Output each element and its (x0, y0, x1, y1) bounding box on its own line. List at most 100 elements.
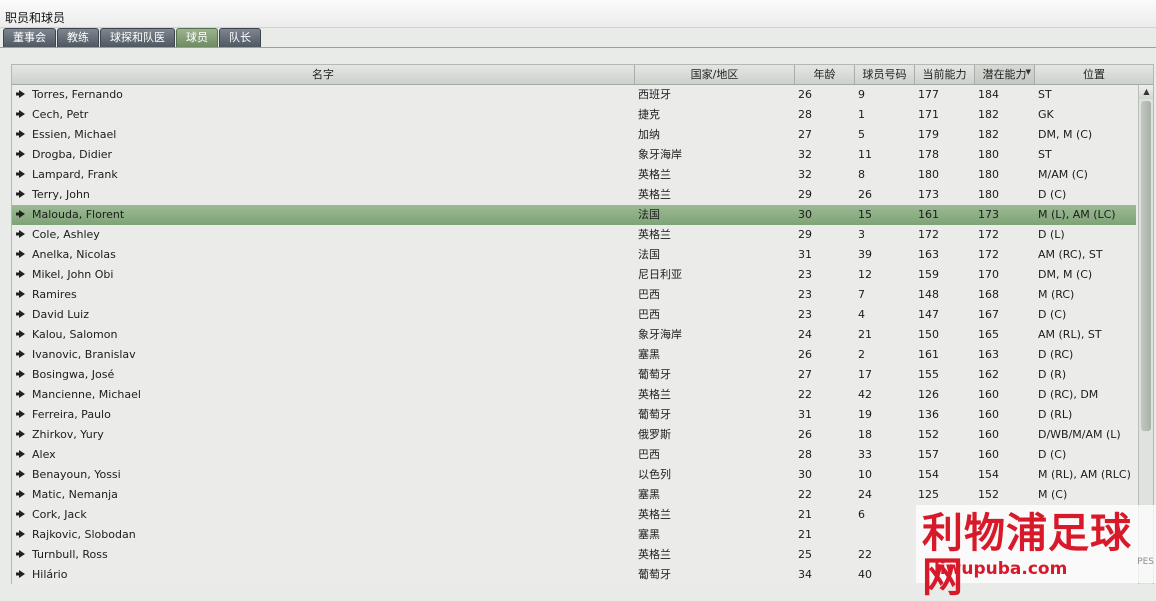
tab-1[interactable]: 教练 (57, 28, 99, 47)
player-name: Torres, Fernando (32, 88, 123, 101)
player-nation: 捷克 (638, 108, 660, 121)
table-row[interactable]: Zhirkov, Yury 俄罗斯 26 18 152 160 D/WB/M/AM (L) (12, 425, 1136, 445)
table-row[interactable]: Anelka, Nicolas 法国 31 39 163 172 AM (RC), ST (12, 245, 1136, 265)
column-header-number[interactable]: 球员号码 (855, 65, 915, 84)
player-age: 27 (798, 368, 812, 381)
player-current-ability: 159 (918, 268, 939, 281)
player-name: Lampard, Frank (32, 168, 118, 181)
play-arrow-icon[interactable] (16, 165, 28, 185)
column-header-name[interactable]: 名字 (12, 65, 635, 84)
player-number: 4 (858, 308, 865, 321)
player-current-ability: 157 (918, 448, 939, 461)
table-row[interactable]: Cech, Petr 捷克 28 1 171 182 GK (12, 105, 1136, 125)
column-header-position[interactable]: 位置 (1035, 65, 1153, 84)
table-row[interactable]: Torres, Fernando 西班牙 26 9 177 184 ST (12, 85, 1136, 105)
player-nation: 塞黑 (638, 528, 660, 541)
play-arrow-icon[interactable] (16, 305, 28, 325)
play-arrow-icon[interactable] (16, 405, 28, 425)
player-position: D (C) (1038, 308, 1067, 321)
table-row[interactable]: Malouda, Florent 法国 30 15 161 173 M (L), AM (L… (12, 205, 1136, 225)
play-arrow-icon[interactable] (16, 145, 28, 165)
play-arrow-icon[interactable] (16, 465, 28, 485)
tab-4[interactable]: 队长 (219, 28, 261, 47)
player-number: 6 (858, 508, 865, 521)
play-arrow-icon[interactable] (16, 205, 28, 225)
player-name: Ramires (32, 288, 77, 301)
player-name: Malouda, Florent (32, 208, 125, 221)
table-row[interactable]: Alex 巴西 28 33 157 160 D (C) (12, 445, 1136, 465)
play-arrow-icon[interactable] (16, 425, 28, 445)
table-row[interactable]: Ferreira, Paulo 葡萄牙 31 19 136 160 D (RL) (12, 405, 1136, 425)
play-arrow-icon[interactable] (16, 225, 28, 245)
player-potential-ability: 160 (978, 408, 999, 421)
player-nation: 英格兰 (638, 228, 671, 241)
play-arrow-icon[interactable] (16, 545, 28, 565)
player-potential-ability: 160 (978, 428, 999, 441)
watermark-title: 利物浦足球网 (922, 509, 1132, 601)
play-arrow-icon[interactable] (16, 85, 28, 105)
play-arrow-icon[interactable] (16, 345, 28, 365)
scroll-up-arrow-icon[interactable]: ▲ (1139, 85, 1153, 99)
player-name: Ivanovic, Branislav (32, 348, 136, 361)
table-row[interactable]: Ramires 巴西 23 7 148 168 M (RC) (12, 285, 1136, 305)
table-row[interactable]: Mancienne, Michael 英格兰 22 42 126 160 D (RC), D… (12, 385, 1136, 405)
table-row[interactable]: Mikel, John Obi 尼日利亚 23 12 159 170 DM, M (C) (12, 265, 1136, 285)
player-position: M (C) (1038, 488, 1068, 501)
column-header-age[interactable]: 年龄 (795, 65, 855, 84)
player-current-ability: 161 (918, 208, 939, 221)
play-arrow-icon[interactable] (16, 445, 28, 465)
player-nation: 法国 (638, 208, 660, 221)
player-age: 30 (798, 208, 812, 221)
player-name: Terry, John (32, 188, 90, 201)
play-arrow-icon[interactable] (16, 365, 28, 385)
play-arrow-icon[interactable] (16, 105, 28, 125)
table-row[interactable]: Ivanovic, Branislav 塞黑 26 2 161 163 D (RC) (12, 345, 1136, 365)
table-row[interactable]: Lampard, Frank 英格兰 32 8 180 180 M/AM (C) (12, 165, 1136, 185)
play-arrow-icon[interactable] (16, 565, 28, 584)
player-current-ability: 178 (918, 148, 939, 161)
player-current-ability: 148 (918, 288, 939, 301)
play-arrow-icon[interactable] (16, 125, 28, 145)
column-header-name-label: 名字 (312, 68, 334, 81)
scroll-thumb[interactable] (1141, 101, 1151, 431)
play-arrow-icon[interactable] (16, 325, 28, 345)
play-arrow-icon[interactable] (16, 265, 28, 285)
player-position: D (RL) (1038, 408, 1073, 421)
player-name: Mancienne, Michael (32, 388, 141, 401)
tab-0[interactable]: 董事会 (3, 28, 56, 47)
play-arrow-icon[interactable] (16, 505, 28, 525)
table-row[interactable]: Benayoun, Yossi 以色列 30 10 154 154 M (RL), AM (… (12, 465, 1136, 485)
player-name: Cole, Ashley (32, 228, 100, 241)
column-header-nation[interactable]: 国家/地区 (635, 65, 795, 84)
player-nation: 巴西 (638, 288, 660, 301)
table-row[interactable]: Cole, Ashley 英格兰 29 3 172 172 D (L) (12, 225, 1136, 245)
player-potential-ability: 180 (978, 168, 999, 181)
player-current-ability: 163 (918, 248, 939, 261)
column-header-potential-ability[interactable]: 潜在能力 ▼ (975, 65, 1035, 84)
column-header-nation-label: 国家/地区 (690, 68, 739, 81)
table-row[interactable]: Essien, Michael 加纳 27 5 179 182 DM, M (C) (12, 125, 1136, 145)
play-arrow-icon[interactable] (16, 285, 28, 305)
play-arrow-icon[interactable] (16, 245, 28, 265)
column-header-current-ability[interactable]: 当前能力 (915, 65, 975, 84)
table-row[interactable]: Terry, John 英格兰 29 26 173 180 D (C) (12, 185, 1136, 205)
player-potential-ability: 154 (978, 468, 999, 481)
tab-2[interactable]: 球探和队医 (100, 28, 175, 47)
table-row[interactable]: Bosingwa, José 葡萄牙 27 17 155 162 D (R) (12, 365, 1136, 385)
player-position: M/AM (C) (1038, 168, 1088, 181)
tab-3[interactable]: 球员 (176, 28, 218, 47)
column-header-potential-ability-label: 潜在能力 (982, 68, 1027, 81)
player-number: 15 (858, 208, 872, 221)
player-position: DM, M (C) (1038, 128, 1093, 141)
play-arrow-icon[interactable] (16, 385, 28, 405)
player-name: Bosingwa, José (32, 368, 115, 381)
table-row[interactable]: Matic, Nemanja 塞黑 22 24 125 152 M (C) (12, 485, 1136, 505)
table-row[interactable]: David Luiz 巴西 23 4 147 167 D (C) (12, 305, 1136, 325)
player-potential-ability: 170 (978, 268, 999, 281)
table-row[interactable]: Kalou, Salomon 象牙海岸 24 21 150 165 AM (RL), ST (12, 325, 1136, 345)
player-potential-ability: 172 (978, 228, 999, 241)
table-row[interactable]: Drogba, Didier 象牙海岸 32 11 178 180 ST (12, 145, 1136, 165)
play-arrow-icon[interactable] (16, 525, 28, 545)
play-arrow-icon[interactable] (16, 485, 28, 505)
play-arrow-icon[interactable] (16, 185, 28, 205)
